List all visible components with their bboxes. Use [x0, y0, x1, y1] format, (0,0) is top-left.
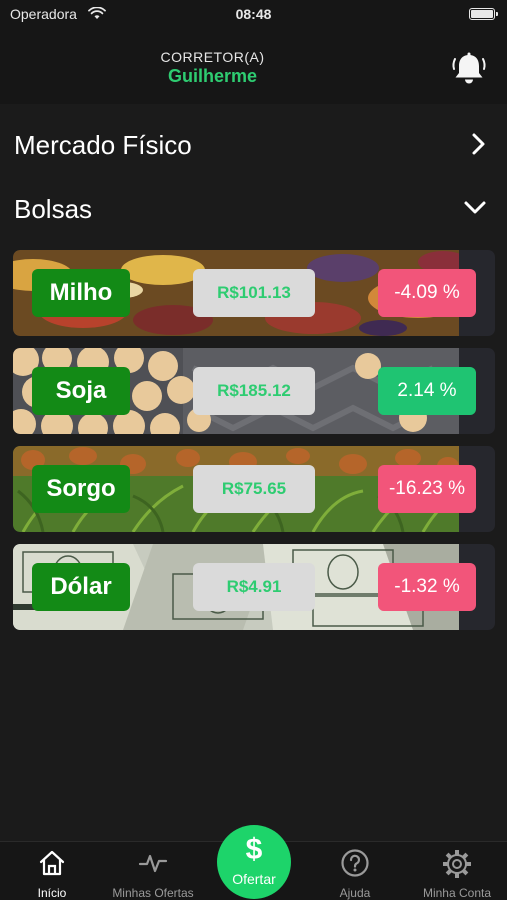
status-bar: Operadora 08:48	[0, 0, 507, 28]
tab-minha-conta-label: Minha Conta	[422, 886, 492, 900]
bolsa-name: Soja	[32, 367, 130, 415]
tab-inicio[interactable]: Início	[14, 842, 90, 900]
bolsa-card-sorgo[interactable]: Sorgo R$75.65 -16.23 %	[13, 446, 495, 532]
bolsa-card-milho[interactable]: Milho R$101.13 -4.09 %	[13, 250, 495, 336]
bolsa-change: 2.14 %	[378, 367, 476, 415]
section-mercado-fisico-label: Mercado Físico	[14, 130, 192, 160]
dollar-icon: $	[245, 833, 263, 866]
bolsa-name: Milho	[32, 269, 130, 317]
bolsa-price: R$75.65	[193, 465, 315, 513]
bolsa-card-soja[interactable]: Soja R$185.12 2.14 %	[13, 348, 495, 434]
section-bolsas[interactable]: Bolsas	[0, 180, 507, 236]
tab-ajuda[interactable]: Ajuda	[320, 842, 390, 900]
tab-inicio-label: Início	[37, 886, 67, 900]
chevron-down-icon	[464, 201, 486, 214]
bolsa-card-dolar[interactable]: Dólar R$4.91 -1.32 %	[13, 544, 495, 630]
bolsa-change: -16.23 %	[378, 465, 476, 513]
notification-bell-icon[interactable]	[451, 52, 487, 86]
help-icon	[341, 849, 369, 877]
ofertar-button[interactable]: $ Ofertar	[217, 825, 291, 899]
gear-icon	[443, 850, 471, 878]
bolsa-name: Dólar	[32, 563, 130, 611]
home-icon	[39, 850, 65, 876]
tab-minhas-ofertas-label: Minhas Ofertas	[112, 886, 194, 900]
bolsa-price: R$101.13	[193, 269, 315, 317]
bolsa-price: R$4.91	[193, 563, 315, 611]
bolsa-name: Sorgo	[32, 465, 130, 513]
status-time: 08:48	[235, 6, 272, 22]
broker-name: Guilherme	[167, 66, 258, 86]
broker-role-label: CORRETOR(A)	[160, 49, 265, 65]
bolsa-change: -4.09 %	[378, 269, 476, 317]
tab-minhas-ofertas[interactable]: Minhas Ofertas	[103, 842, 203, 900]
app-header: CORRETOR(A) Guilherme	[0, 28, 507, 104]
tab-ajuda-label: Ajuda	[339, 886, 371, 900]
ofertar-label: Ofertar	[232, 871, 276, 887]
bolsa-change: -1.32 %	[378, 563, 476, 611]
activity-icon	[138, 854, 168, 873]
section-bolsas-label: Bolsas	[14, 194, 93, 224]
section-mercado-fisico[interactable]: Mercado Físico	[0, 116, 507, 172]
tab-minha-conta[interactable]: Minha Conta	[412, 842, 502, 900]
chevron-right-icon	[472, 133, 485, 155]
battery-icon	[469, 8, 498, 20]
bolsa-price: R$185.12	[193, 367, 315, 415]
